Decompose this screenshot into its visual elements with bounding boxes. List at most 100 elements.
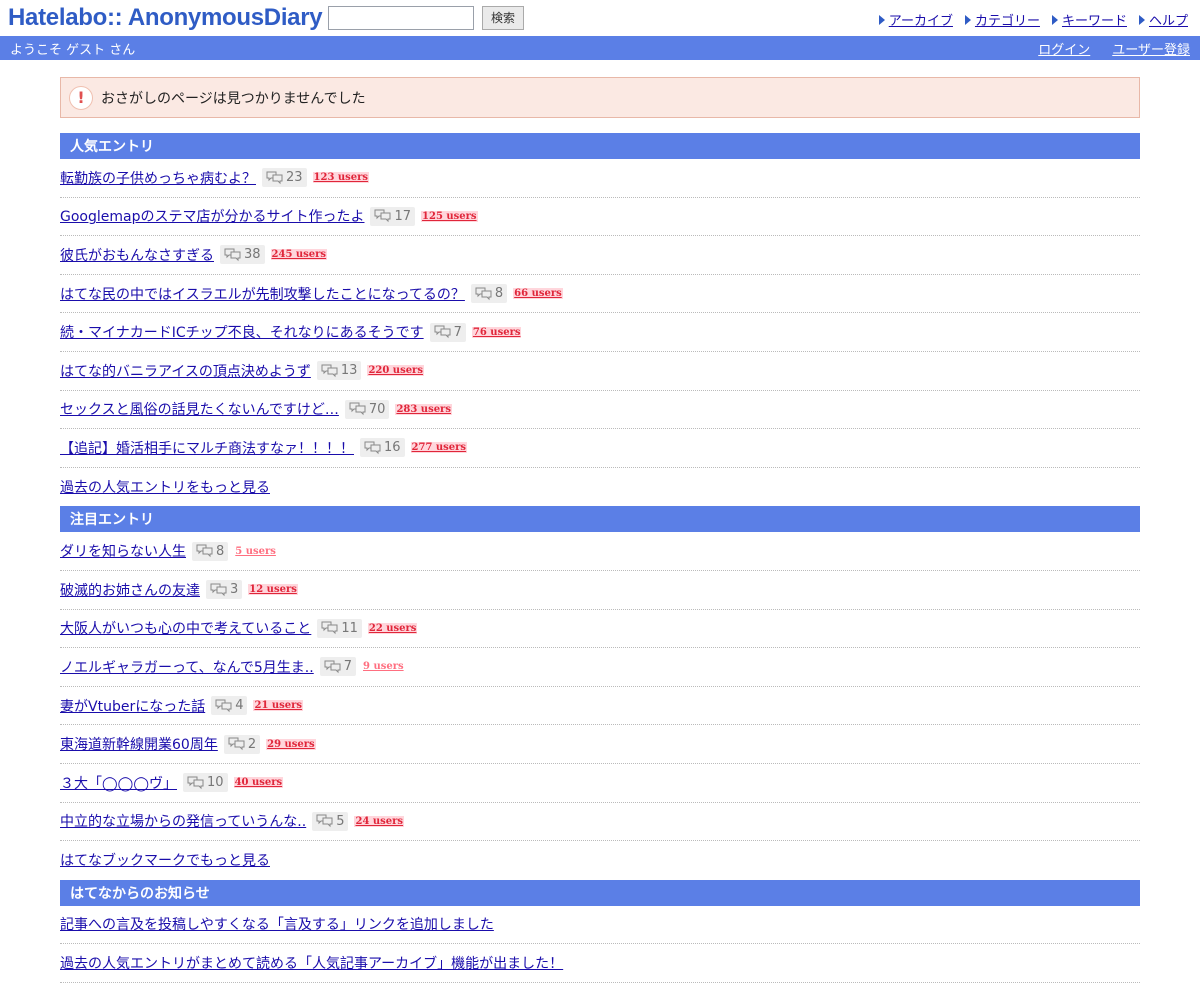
- comment-count: 10: [207, 775, 224, 791]
- comment-count-badge[interactable]: 23: [262, 168, 307, 188]
- nav-item-help[interactable]: ヘルプ: [1138, 10, 1188, 29]
- comment-bubble-icon: [321, 364, 338, 377]
- bookmark-users-badge[interactable]: 5 users: [234, 546, 277, 557]
- nav-link-archive[interactable]: アーカイブ: [889, 10, 953, 29]
- nav-item-archive[interactable]: アーカイブ: [878, 10, 953, 29]
- entry-title-link[interactable]: はてな的バニラアイスの頂点決めようず: [60, 361, 311, 381]
- entry-row: 中立的な立場からの発信っていうんな.. 5 24 users: [60, 803, 1140, 842]
- nav-link-help[interactable]: ヘルプ: [1149, 10, 1188, 29]
- popular-more-link[interactable]: 過去の人気エントリをもっと見る: [60, 477, 270, 497]
- comment-bubble-icon: [316, 814, 333, 828]
- comment-count: 3: [230, 582, 239, 598]
- nav-link-category[interactable]: カテゴリー: [975, 10, 1040, 29]
- news-link[interactable]: 記事への言及を投稿しやすくなる「言及する」リンクを追加しました: [60, 914, 494, 934]
- entry-row: 続・マイナカードICチップ不良、それなりにあるそうです 7 76 users: [60, 313, 1140, 352]
- bookmark-users-badge[interactable]: 22 users: [367, 622, 418, 634]
- comment-count-badge[interactable]: 11: [317, 618, 362, 638]
- popular-entry-list: 転勤族の子供めっちゃ病むよ？ 23 123 users Googlemapのステマ店が…: [60, 159, 1140, 468]
- bookmark-users-badge[interactable]: 123 users: [312, 172, 370, 184]
- comment-count-badge[interactable]: 4: [211, 696, 248, 716]
- entry-title-link[interactable]: 破滅的お姉さんの友達: [60, 580, 200, 600]
- comment-count-badge[interactable]: 7: [429, 322, 466, 342]
- comment-bubble-icon: [364, 441, 381, 455]
- triangle-icon: [964, 14, 971, 25]
- entry-title-link[interactable]: 中立的な立場からの発信っていうんな..: [60, 811, 306, 831]
- entry-title-link[interactable]: 【追記】婚活相手にマルチ商法すなァ！！！！: [60, 438, 354, 458]
- triangle-icon: [1051, 14, 1058, 25]
- comment-count: 8: [216, 543, 225, 559]
- comment-count: 2: [247, 736, 257, 752]
- entry-title-link[interactable]: 東海道新幹線開業60周年: [60, 734, 218, 754]
- comment-count-badge[interactable]: 5: [312, 811, 349, 831]
- entry-title-link[interactable]: 大阪人がいつも心の中で考えていること: [60, 618, 311, 638]
- comment-count: 11: [341, 620, 358, 636]
- register-link[interactable]: ユーザー登録: [1112, 39, 1190, 58]
- popular-more-row: 過去の人気エントリをもっと見る: [60, 468, 1140, 507]
- comment-count-badge[interactable]: 8: [470, 284, 508, 304]
- login-link[interactable]: ログイン: [1038, 39, 1090, 58]
- nav-link-keyword[interactable]: キーワード: [1062, 10, 1127, 29]
- comment-count-badge[interactable]: 7: [319, 657, 356, 677]
- entry-title-link[interactable]: セックスと風俗の話見たくないんですけど…: [60, 399, 339, 419]
- entry-title-link[interactable]: 彼氏がおもんなさすぎる: [60, 245, 214, 265]
- entry-title-link[interactable]: ３大「◯◯◯ヴ」: [60, 773, 177, 793]
- nav-item-category[interactable]: カテゴリー: [964, 10, 1040, 29]
- bookmark-users-badge[interactable]: 21 users: [253, 700, 304, 712]
- comment-bubble-icon: [324, 660, 341, 674]
- bookmark-users-badge[interactable]: 24 users: [354, 815, 405, 827]
- comment-bubble-icon: [228, 737, 245, 751]
- search-input[interactable]: [328, 6, 474, 30]
- bookmark-users-badge[interactable]: 12 users: [248, 584, 298, 596]
- entry-title-link[interactable]: ダリを知らない人生: [60, 541, 186, 561]
- section-header-notable: 注目エントリ: [60, 506, 1140, 533]
- bookmark-users-badge[interactable]: 277 users: [410, 442, 468, 454]
- bookmark-users-badge[interactable]: 66 users: [513, 288, 563, 300]
- comment-count-badge[interactable]: 3: [206, 580, 243, 600]
- news-row: 過去の人気エントリがまとめて読める「人気記事アーカイブ」機能が出ました！: [60, 944, 1140, 983]
- main-content: ! おさがしのページは見つかりませんでした 人気エントリ 転勤族の子供めっちゃ病…: [60, 77, 1140, 983]
- top-nav: アーカイブ カテゴリー キーワード ヘルプ: [878, 10, 1188, 29]
- comment-count-badge[interactable]: 38: [220, 245, 265, 265]
- bookmark-users-badge[interactable]: 220 users: [367, 365, 424, 377]
- site-logo[interactable]: Hatelabo:: AnonymousDiary: [8, 4, 323, 32]
- entry-row: ノエルギャラガーって、なんで5月生ま.. 7 9 users: [60, 648, 1140, 687]
- comment-count: 23: [286, 170, 303, 186]
- entry-row: 東海道新幹線開業60周年 2 29 users: [60, 725, 1140, 764]
- entry-row: 転勤族の子供めっちゃ病むよ？ 23 123 users: [60, 159, 1140, 198]
- triangle-icon: [1138, 14, 1145, 25]
- comment-count-badge[interactable]: 13: [316, 361, 362, 381]
- comment-count-badge[interactable]: 16: [360, 438, 405, 458]
- entry-title-link[interactable]: 続・マイナカードICチップ不良、それなりにあるそうです: [60, 322, 424, 342]
- bookmark-users-badge[interactable]: 245 users: [270, 249, 328, 261]
- notable-more-link[interactable]: はてなブックマークでもっと見る: [60, 850, 270, 870]
- entry-row: ダリを知らない人生 8 5 users: [60, 532, 1140, 571]
- bookmark-users-badge[interactable]: 76 users: [471, 326, 522, 338]
- comment-count: 16: [384, 440, 401, 456]
- comment-count-badge[interactable]: 70: [344, 399, 390, 419]
- comment-count: 13: [340, 363, 358, 379]
- welcome-bar: ようこそ ゲスト さん ログイン ユーザー登録: [0, 36, 1200, 60]
- comment-count-badge[interactable]: 8: [192, 541, 229, 561]
- entry-title-link[interactable]: Googlemapのステマ店が分かるサイト作ったよ: [60, 206, 364, 226]
- triangle-icon: [878, 14, 885, 25]
- comment-count-badge[interactable]: 2: [223, 734, 261, 754]
- news-link[interactable]: 過去の人気エントリがまとめて読める「人気記事アーカイブ」機能が出ました！: [60, 953, 563, 973]
- nav-item-keyword[interactable]: キーワード: [1051, 10, 1127, 29]
- entry-title-link[interactable]: はてな民の中ではイスラエルが先制攻撃したことになってるの？: [60, 284, 465, 304]
- search-button[interactable]: 検索: [482, 6, 525, 30]
- comment-count-badge[interactable]: 10: [183, 773, 228, 793]
- bookmark-users-badge[interactable]: 283 users: [395, 403, 452, 415]
- entry-title-link[interactable]: 転勤族の子供めっちゃ病むよ？: [60, 168, 256, 188]
- bookmark-users-badge[interactable]: 40 users: [233, 777, 284, 789]
- entry-row: 大阪人がいつも心の中で考えていること 11 22 users: [60, 610, 1140, 649]
- bookmark-users-badge[interactable]: 29 users: [266, 738, 316, 750]
- bookmark-users-badge[interactable]: 125 users: [421, 210, 478, 222]
- entry-title-link[interactable]: 妻がVtuberになった話: [60, 696, 205, 716]
- welcome-text: ようこそ ゲスト さん: [10, 42, 136, 58]
- comment-count-badge[interactable]: 17: [370, 206, 416, 226]
- news-entry-list: 記事への言及を投稿しやすくなる「言及する」リンクを追加しました過去の人気エントリ…: [60, 906, 1140, 983]
- comment-bubble-icon: [196, 544, 213, 558]
- bookmark-users-badge[interactable]: 9 users: [362, 661, 405, 672]
- comment-bubble-icon: [187, 776, 204, 789]
- entry-title-link[interactable]: ノエルギャラガーって、なんで5月生ま..: [60, 657, 314, 677]
